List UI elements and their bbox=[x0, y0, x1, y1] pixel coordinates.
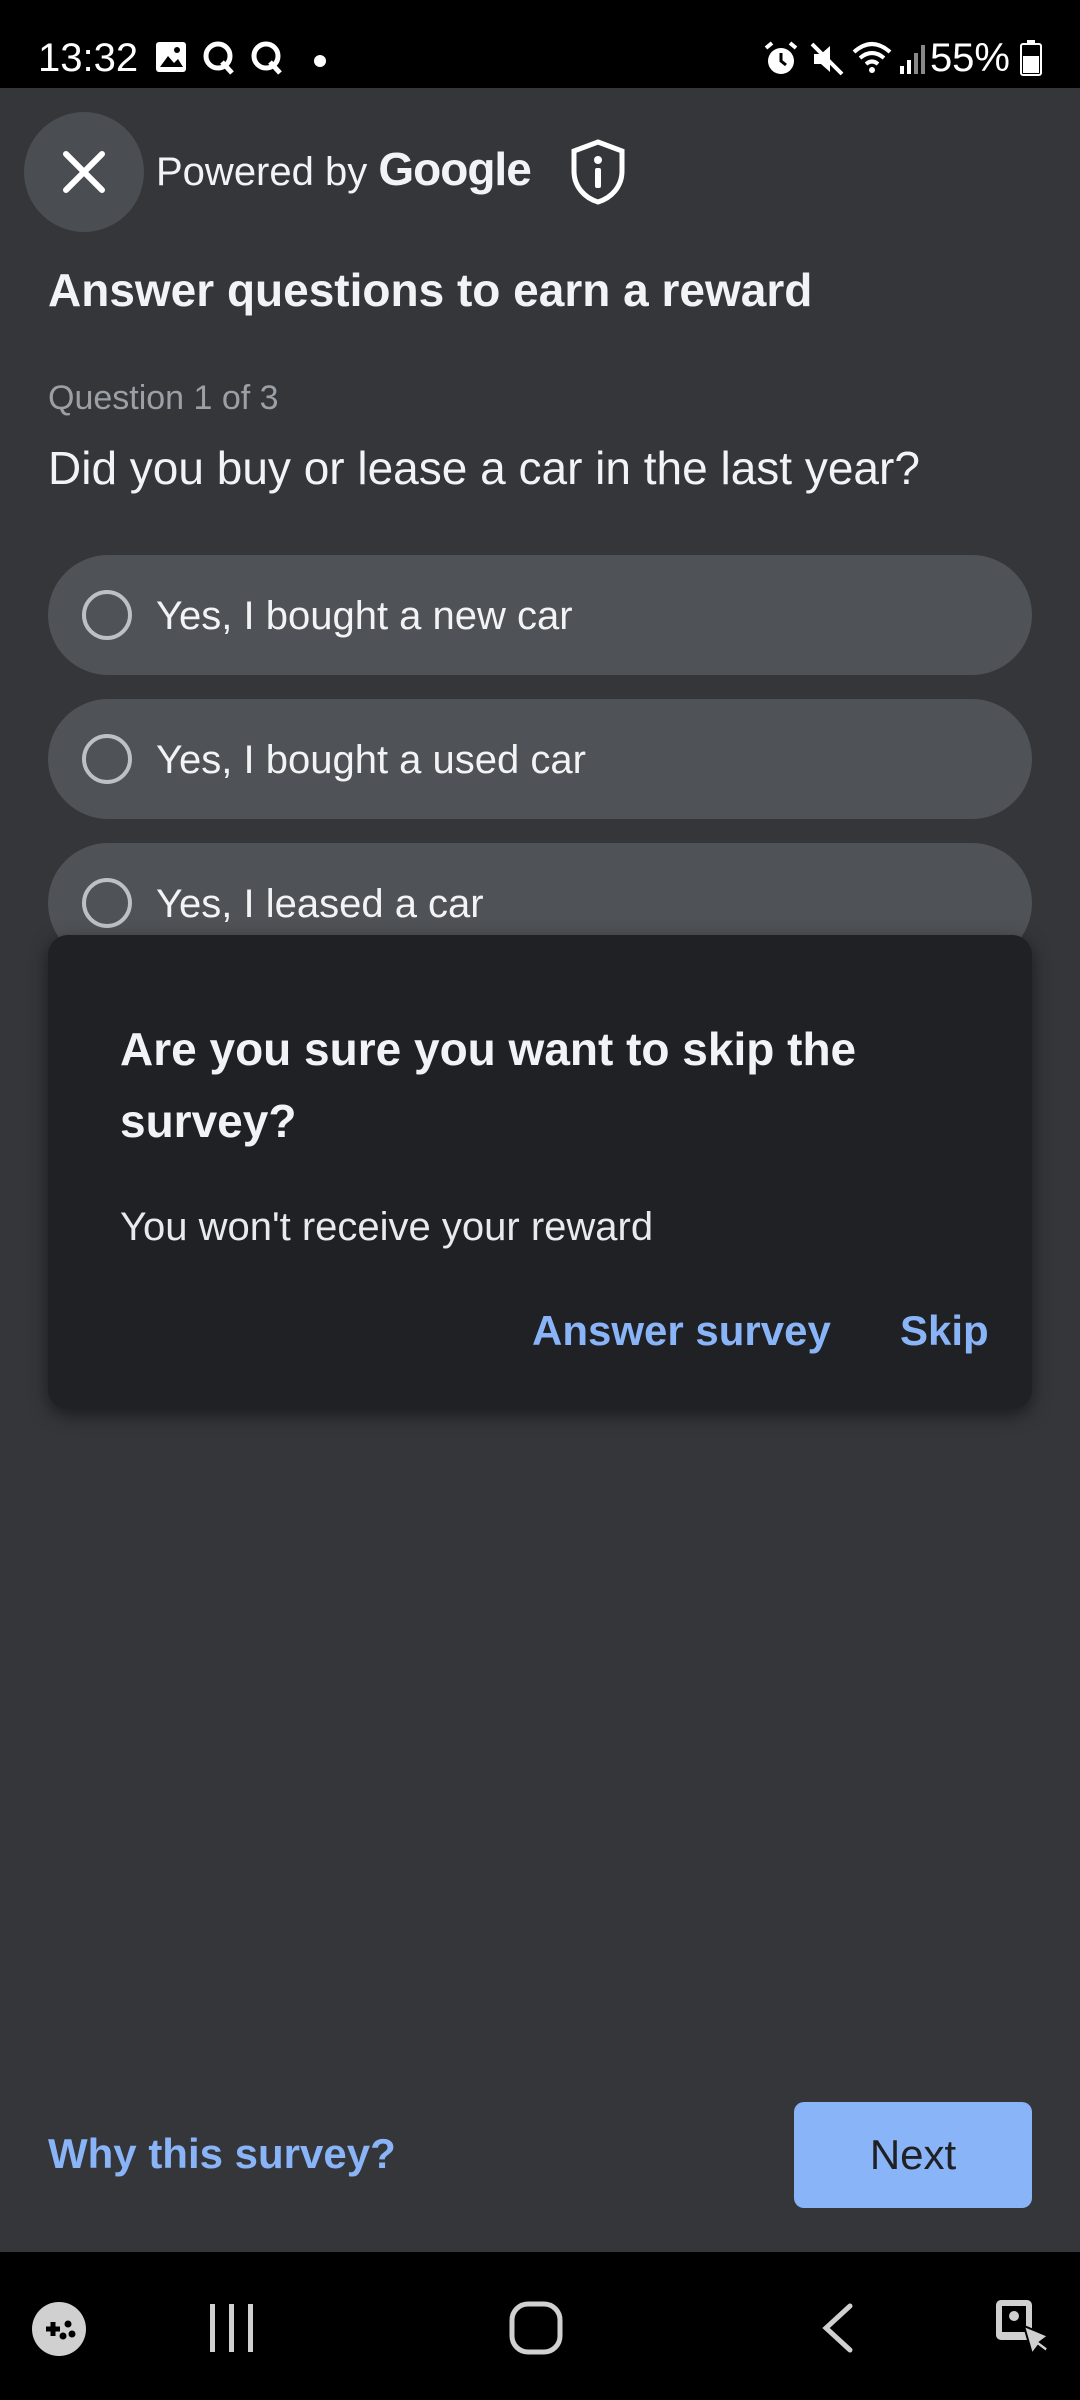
question-text: Did you buy or lease a car in the last y… bbox=[48, 442, 920, 494]
option-label: Yes, I bought a new car bbox=[156, 594, 573, 638]
survey-title: Answer questions to earn a reward bbox=[48, 264, 813, 316]
back-icon[interactable] bbox=[818, 2302, 858, 2359]
game-launcher-icon[interactable] bbox=[30, 2300, 88, 2363]
close-icon bbox=[63, 151, 105, 193]
dialog-body: You won't receive your reward bbox=[120, 1205, 654, 1249]
option-bought-new-car[interactable]: Yes, I bought a new car bbox=[48, 555, 1032, 675]
skip-confirmation-dialog: Are you sure you want to skip the survey… bbox=[48, 935, 1032, 1409]
assistant-touch-icon[interactable] bbox=[990, 2296, 1052, 2363]
question-progress: Question 1 of 3 bbox=[48, 379, 279, 417]
powered-by-google: Powered by Google bbox=[156, 143, 532, 196]
screen: { "status_bar": { "time": "13:32", "batt… bbox=[0, 0, 1080, 2400]
q-icon bbox=[202, 40, 236, 81]
google-logo: Google bbox=[378, 143, 531, 195]
q-icon bbox=[250, 40, 284, 81]
image-icon bbox=[154, 40, 188, 79]
recents-icon[interactable] bbox=[206, 2302, 258, 2359]
status-time: 13:32 bbox=[38, 36, 139, 80]
radio-icon[interactable] bbox=[82, 878, 132, 928]
option-label: Yes, I bought a used car bbox=[156, 738, 586, 782]
skip-button[interactable]: Skip bbox=[900, 1305, 989, 1357]
home-icon[interactable] bbox=[508, 2300, 564, 2361]
powered-by-label: Powered by bbox=[156, 150, 368, 194]
alarm-icon bbox=[762, 40, 800, 83]
radio-icon[interactable] bbox=[82, 734, 132, 784]
radio-icon[interactable] bbox=[82, 590, 132, 640]
shield-info-icon[interactable] bbox=[568, 138, 628, 211]
next-button[interactable]: Next bbox=[794, 2102, 1032, 2208]
option-label: Yes, I leased a car bbox=[156, 882, 484, 926]
close-button[interactable] bbox=[24, 112, 144, 232]
signal-icon bbox=[898, 40, 930, 81]
why-this-survey-link[interactable]: Why this survey? bbox=[48, 2128, 396, 2180]
status-bar: 13:32 55% bbox=[0, 0, 1080, 88]
dialog-title: Are you sure you want to skip the survey… bbox=[120, 1023, 857, 1147]
dot-icon bbox=[314, 54, 326, 72]
mute-icon bbox=[808, 40, 846, 83]
navigation-bar bbox=[0, 2252, 1080, 2400]
battery-icon bbox=[1020, 40, 1042, 81]
battery-percent: 55% bbox=[929, 36, 1010, 80]
wifi-icon bbox=[852, 40, 892, 81]
option-bought-used-car[interactable]: Yes, I bought a used car bbox=[48, 699, 1032, 819]
answer-survey-button[interactable]: Answer survey bbox=[532, 1305, 831, 1357]
